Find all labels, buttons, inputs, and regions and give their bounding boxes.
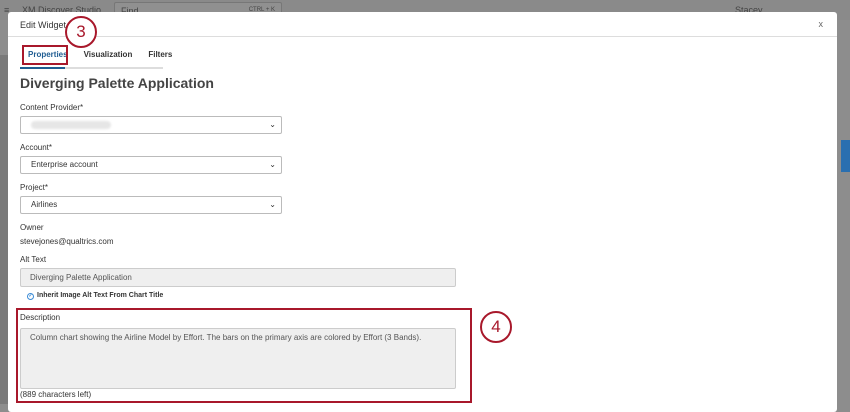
tab-underline bbox=[20, 67, 163, 69]
owner-label: Owner bbox=[20, 223, 44, 232]
project-select[interactable]: Airlines ⌄ bbox=[20, 196, 282, 214]
highlight-properties-tab bbox=[22, 45, 68, 65]
tab-filters[interactable]: Filters bbox=[140, 49, 180, 66]
content-provider-label: Content Provider* bbox=[20, 103, 84, 112]
chevron-down-icon: ⌄ bbox=[269, 120, 276, 129]
check-icon: ✓ bbox=[27, 293, 34, 300]
close-icon[interactable]: x bbox=[819, 19, 824, 29]
alt-text-input[interactable]: Diverging Palette Application bbox=[20, 268, 456, 287]
widget-heading: Diverging Palette Application bbox=[20, 75, 214, 91]
divider bbox=[8, 36, 837, 37]
owner-value: stevejones@qualtrics.com bbox=[20, 237, 114, 246]
callout-step-4: 4 bbox=[480, 311, 512, 343]
project-label: Project* bbox=[20, 183, 49, 192]
background-left-strip bbox=[0, 55, 8, 404]
modal-title: Edit Widget bbox=[20, 20, 67, 30]
chevron-down-icon: ⌄ bbox=[269, 200, 276, 209]
tab-visualization[interactable]: Visualization bbox=[76, 49, 141, 66]
chevron-down-icon: ⌄ bbox=[269, 160, 276, 169]
account-select[interactable]: Enterprise account ⌄ bbox=[20, 156, 282, 174]
callout-step-3: 3 bbox=[65, 16, 97, 48]
account-label: Account* bbox=[20, 143, 53, 152]
content-provider-select[interactable]: ⌄ bbox=[20, 116, 282, 134]
alt-text-label: Alt Text bbox=[20, 255, 47, 264]
side-tab bbox=[841, 140, 850, 172]
inherit-alt-text-checkbox[interactable]: ✓ Inherit Image Alt Text From Chart Title bbox=[27, 292, 163, 300]
highlight-description bbox=[16, 308, 472, 403]
